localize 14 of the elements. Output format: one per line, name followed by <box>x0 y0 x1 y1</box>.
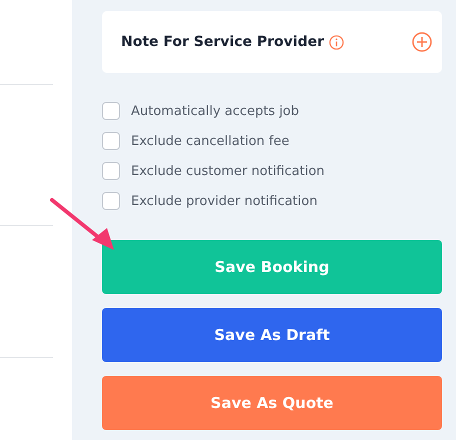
checkbox-label: Exclude customer notification <box>131 164 325 178</box>
checkbox-label: Exclude provider notification <box>131 194 318 208</box>
add-icon[interactable] <box>412 32 432 52</box>
save-button[interactable]: Save As Quote <box>102 376 442 430</box>
checkbox-label: Exclude cancellation fee <box>131 134 290 148</box>
info-icon[interactable] <box>329 34 344 50</box>
note-title: Note For Service Provider <box>121 34 324 50</box>
checkbox-label: Automatically accepts job <box>131 104 300 118</box>
checkbox[interactable] <box>102 162 120 180</box>
save-button[interactable]: Save As Draft <box>102 308 442 362</box>
checkbox[interactable] <box>102 192 120 210</box>
checkbox[interactable] <box>102 102 120 120</box>
save-button[interactable]: Save Booking <box>102 240 442 294</box>
checkbox[interactable] <box>102 132 120 150</box>
